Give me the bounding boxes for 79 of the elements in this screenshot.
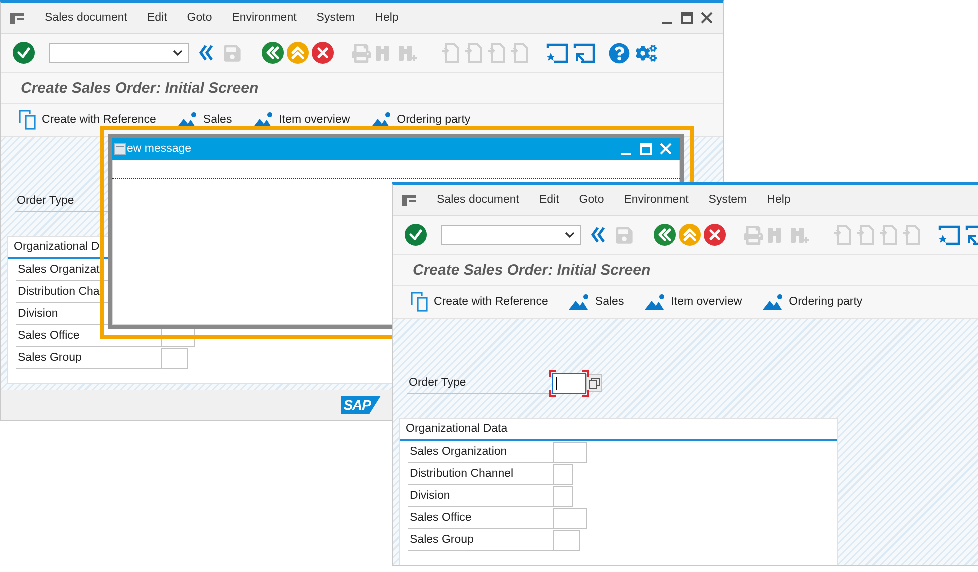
command-field[interactable]: [441, 225, 581, 245]
toolbar-button[interactable]: Sales: [177, 112, 232, 128]
menu-item[interactable]: Environment: [624, 194, 689, 206]
find-next-icon[interactable]: [789, 225, 809, 245]
value-help-button[interactable]: [586, 374, 602, 392]
save-icon[interactable]: [615, 226, 634, 244]
mountain-icon: [645, 294, 666, 310]
dialog-title: ew message: [127, 143, 192, 155]
mountain-icon: [371, 112, 392, 128]
toolbar-button[interactable]: Item overview: [253, 112, 350, 128]
new-session-icon[interactable]: [938, 225, 960, 245]
save-icon[interactable]: [223, 44, 242, 62]
toolbar-button[interactable]: Create with Reference: [411, 292, 548, 312]
menu-item[interactable]: Sales document: [45, 12, 128, 24]
menu-icon[interactable]: [401, 193, 417, 207]
group-title: Organizational Data: [400, 419, 837, 441]
window-icon: [114, 143, 126, 155]
input-field[interactable]: [553, 442, 587, 462]
screen-title: Create Sales Order: Initial Screen: [21, 80, 259, 96]
menu-item[interactable]: Environment: [232, 12, 297, 24]
print-icon[interactable]: [744, 226, 763, 244]
back-icon[interactable]: [199, 44, 213, 62]
previous-page-icon[interactable]: [856, 225, 874, 245]
toolbar-button[interactable]: Ordering party: [371, 112, 471, 128]
chevron-down-icon: [173, 50, 183, 56]
settings-icon[interactable]: [636, 42, 657, 64]
toolbar-button[interactable]: Item overview: [645, 294, 742, 310]
cancel-icon[interactable]: [312, 42, 334, 64]
up-icon[interactable]: [287, 42, 309, 64]
input-field[interactable]: [553, 464, 573, 484]
back-icon[interactable]: [262, 42, 284, 64]
shortcut-icon[interactable]: [573, 43, 595, 63]
next-page-icon[interactable]: [487, 43, 505, 63]
next-page-icon[interactable]: [879, 225, 897, 245]
check-icon[interactable]: [405, 224, 427, 246]
mountain-icon: [177, 112, 198, 128]
screen-title: Create Sales Order: Initial Screen: [413, 262, 651, 278]
mountain-icon: [253, 112, 274, 128]
toolbar-button[interactable]: Sales: [569, 294, 624, 310]
input-field[interactable]: [553, 486, 573, 506]
close-icon[interactable]: [701, 12, 713, 24]
command-field[interactable]: [49, 43, 189, 63]
up-icon[interactable]: [679, 224, 701, 246]
chevron-down-icon: [565, 232, 575, 238]
mountain-icon: [569, 294, 590, 310]
input-field[interactable]: [553, 530, 580, 550]
menu-item[interactable]: Goto: [579, 194, 604, 206]
copy-icon: [411, 292, 429, 312]
cancel-icon[interactable]: [704, 224, 726, 246]
menu-item[interactable]: Edit: [539, 194, 560, 206]
input-field[interactable]: [553, 508, 587, 528]
first-page-icon[interactable]: [833, 225, 851, 245]
mountain-icon: [763, 294, 784, 310]
previous-page-icon[interactable]: [464, 43, 482, 63]
toolbar-button[interactable]: Create with Reference: [19, 110, 156, 130]
menu-icon[interactable]: [9, 11, 25, 25]
new-session-icon[interactable]: [546, 43, 568, 63]
input-field[interactable]: [161, 348, 188, 368]
help-icon[interactable]: [609, 42, 630, 64]
last-page-icon[interactable]: [902, 225, 920, 245]
menu-item[interactable]: Sales document: [437, 194, 520, 206]
last-page-icon[interactable]: [510, 43, 528, 63]
find-next-icon[interactable]: [397, 43, 417, 63]
first-page-icon[interactable]: [441, 43, 459, 63]
toolbar-button[interactable]: Ordering party: [763, 294, 863, 310]
menu-item[interactable]: Goto: [187, 12, 212, 24]
maximize-icon[interactable]: [681, 12, 693, 24]
menu-item[interactable]: Help: [767, 194, 791, 206]
back-icon[interactable]: [654, 224, 676, 246]
menu-item[interactable]: System: [708, 194, 748, 206]
menu-item[interactable]: System: [316, 12, 356, 24]
copy-icon: [19, 110, 37, 130]
logo: SAP: [340, 396, 381, 414]
menu-item[interactable]: Help: [375, 12, 399, 24]
check-icon[interactable]: [13, 42, 35, 64]
copy-icon: [588, 378, 600, 388]
menu-item[interactable]: Edit: [147, 12, 168, 24]
print-icon[interactable]: [352, 44, 371, 62]
back-icon[interactable]: [591, 226, 605, 244]
